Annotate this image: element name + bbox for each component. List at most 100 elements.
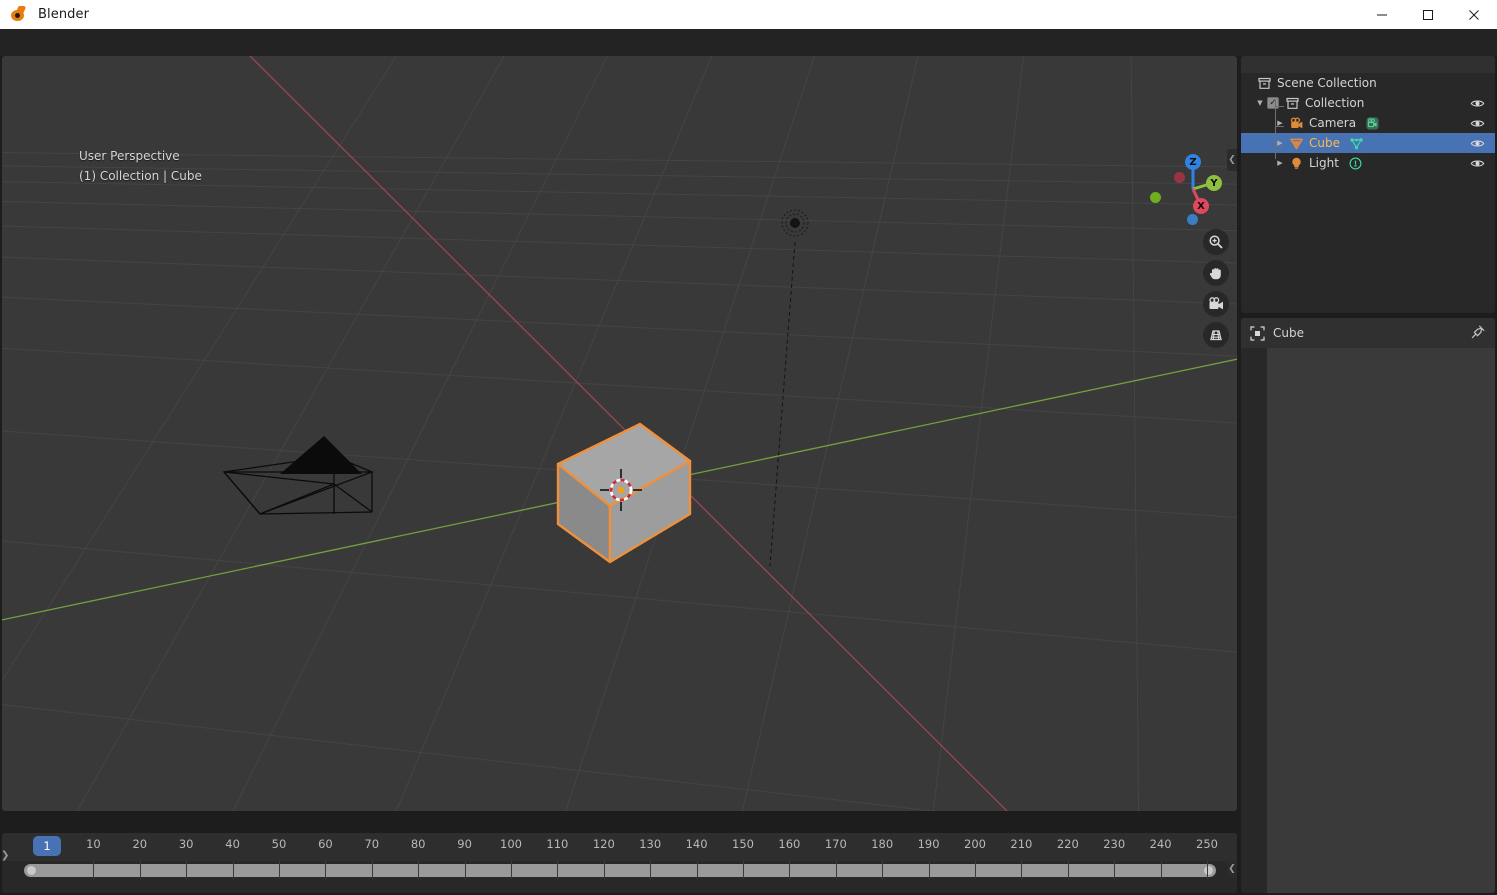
navigation-gizmo[interactable]: Z Y X [1147,146,1222,225]
outliner-editor[interactable]: Scene Collection ▼ ✓ Collection ▶ Camera ▶ Cube… [1241,56,1495,313]
pin-icon[interactable] [1471,324,1485,343]
gizmo-axis-y[interactable]: Y [1206,175,1222,191]
timeline-tick: 170 [824,837,847,851]
blender-logo-icon [9,5,27,24]
grid-perspective-icon [1210,330,1222,341]
eye-icon [1470,160,1485,167]
gizmo-neg-y[interactable] [1150,192,1161,203]
timeline-tick: 20 [132,837,148,851]
zoom-tool-button[interactable] [1203,229,1229,255]
timeline-tick: 40 [225,837,240,851]
maximize-button[interactable] [1405,0,1451,29]
tree-connector-horizontal [1275,126,1284,127]
object-properties-icon [1247,323,1267,343]
timeline-expand-arrow[interactable]: ❯ [1,850,9,861]
timeline-ruler[interactable]: 10 20 30 40 50 60 70 80 90 100 110 120 130 140 150 160 1… [2,833,1237,861]
visibility-eye-icon[interactable] [1470,96,1485,114]
outliner-row-scene-collection[interactable]: Scene Collection [1241,73,1495,93]
title-bar: Blender [0,0,1497,29]
visibility-eye-icon[interactable] [1470,116,1485,134]
properties-editor[interactable]: Cube [1241,318,1495,893]
gizmo-neg-z[interactable] [1187,214,1198,225]
timeline-gridline [371,861,373,879]
viewport-perspective-label: User Perspective [79,149,180,163]
properties-tab-column[interactable] [1241,348,1267,893]
camera-data-icon [1366,116,1379,130]
disclosure-down-icon[interactable]: ▼ [1253,99,1267,107]
timeline-tick: 120 [592,837,615,851]
scrollbar-left-handle[interactable] [27,866,36,875]
3d-viewport[interactable]: User Perspective (1) Collection | Cube Z… [2,56,1237,811]
visibility-eye-icon[interactable] [1470,136,1485,154]
timeline-gridline [1114,861,1116,879]
outliner-row-cube-object[interactable]: ▶ Cube [1241,133,1495,153]
viewport-sidebar-toggle[interactable]: ❮ [1227,149,1237,171]
outliner-header [1241,56,1495,73]
gizmo-neg-x[interactable] [1174,172,1185,183]
timeline-gridline [279,861,280,879]
light-data-icon[interactable] [1348,156,1363,171]
timeline-gridline [928,861,930,879]
outliner-row-camera-object[interactable]: ▶ Camera [1241,113,1495,133]
collection-box-icon [1283,96,1301,111]
camera-data-icon[interactable] [1365,116,1380,131]
collection-box-icon [1255,76,1273,91]
magnifier-plus-icon [1209,235,1223,249]
timeline-gridline [418,861,420,879]
camera-icon [1208,296,1223,309]
timeline-tick: 130 [639,837,662,851]
timeline-sidebar-toggle[interactable]: ❮ [1227,860,1237,878]
timeline-gridline [696,861,698,879]
timeline-tick: 220 [1056,837,1079,851]
collection-box-icon [1257,77,1271,89]
timeline-gridline [650,861,652,879]
timeline-current-frame[interactable]: 1 [33,836,61,856]
outliner-row-light-object[interactable]: ▶ Light [1241,153,1495,173]
visibility-eye-icon[interactable] [1470,156,1485,174]
timeline-tick: 160 [778,837,801,851]
timeline-gridline [789,861,791,879]
timeline-tick: 190 [917,837,940,851]
collection-checkbox[interactable]: ✓ [1267,97,1279,109]
timeline-tick: 100 [500,837,522,851]
timeline-gridline [186,861,188,879]
outliner-rows: Scene Collection ▼ ✓ Collection ▶ Camera ▶ Cube… [1241,73,1495,173]
timeline-body [2,879,1237,893]
camera-object[interactable] [212,404,387,524]
hand-icon [1209,268,1221,280]
pan-tool-button[interactable] [1203,260,1229,286]
timeline-gridline [835,861,837,879]
properties-breadcrumb: Cube [1273,326,1304,340]
light-object-icon [1287,156,1305,171]
timeline-tick: 240 [1149,837,1172,851]
outliner-row-label: Scene Collection [1277,76,1377,90]
minimize-button[interactable] [1359,0,1405,29]
timeline-gridline [325,861,327,879]
perspective-toggle-button[interactable] [1203,322,1229,348]
timeline-gridline [975,861,976,879]
light-object[interactable] [768,204,824,569]
timeline-tick: 60 [318,837,333,851]
timeline-tick: 70 [364,837,380,851]
scrollbar-right-handle[interactable] [1204,866,1213,875]
mesh-data-icon[interactable] [1349,136,1364,151]
gizmo-axis-z[interactable]: Z [1185,154,1201,170]
timeline-gridline [139,861,141,879]
timeline-gridline [1160,861,1162,879]
timeline-tick: 250 [1196,837,1218,851]
close-button[interactable] [1451,0,1497,29]
eye-icon [1470,140,1485,147]
timeline-editor[interactable]: 10 20 30 40 50 60 70 80 90 100 110 120 130 140 150 160 1… [2,833,1237,893]
viewport-tools [1203,229,1229,348]
mesh-object-icon [1287,136,1305,151]
disclosure-right-icon[interactable]: ▶ [1273,159,1287,167]
timeline-scrollbar[interactable] [24,864,1216,877]
timeline-tick: 90 [457,837,472,851]
camera-object-icon [1290,116,1302,128]
top-bar [0,29,1497,56]
properties-body [1267,348,1495,893]
gizmo-axis-x[interactable]: X [1193,198,1209,214]
timeline-gridline [882,861,884,879]
outliner-row-collection[interactable]: ▼ ✓ Collection [1241,93,1495,113]
camera-view-button[interactable] [1203,291,1229,317]
